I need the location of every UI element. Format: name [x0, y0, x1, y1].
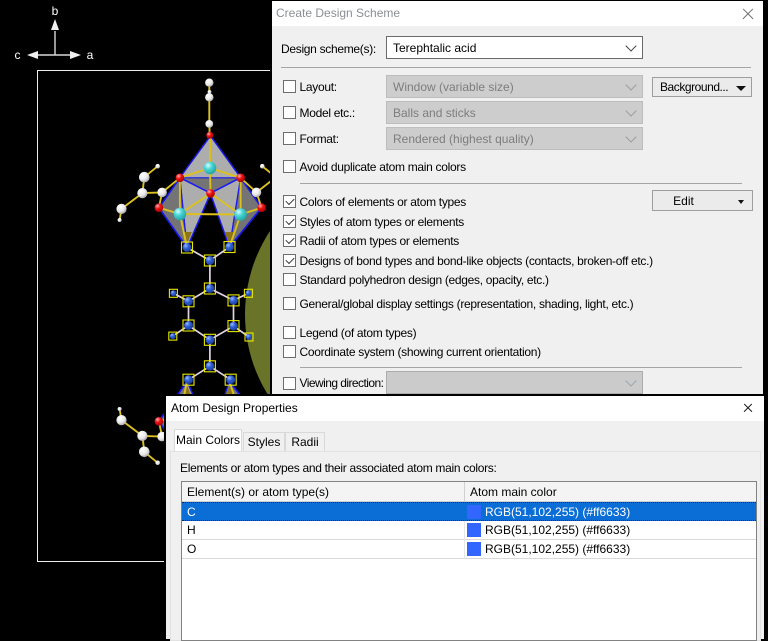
svg-text:c: c [15, 48, 21, 62]
svg-text:b: b [52, 4, 59, 18]
svg-text:a: a [87, 48, 94, 62]
